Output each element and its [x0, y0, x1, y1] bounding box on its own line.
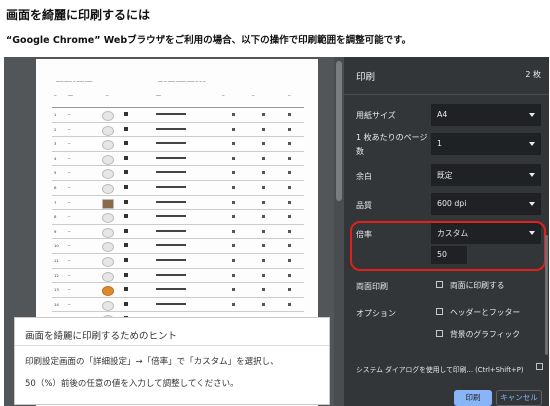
quality-label: 品質 — [356, 201, 372, 210]
print-panel-title: 印刷 — [356, 72, 376, 83]
paper-size-select[interactable]: A4 — [431, 104, 541, 126]
external-link-icon[interactable] — [536, 363, 543, 370]
margins-select[interactable]: 既定 — [431, 164, 541, 186]
page-title: 画面を綺麗に印刷するには — [6, 8, 151, 22]
system-dialog-link[interactable]: システム ダイアログを使用して印刷... (Ctrl+Shift+P) — [356, 364, 523, 374]
table-row: 1 ─ — [52, 108, 304, 123]
background-graphics-label: 背景のグラフィック — [450, 330, 521, 339]
table-row: 6 ─ — [52, 181, 304, 196]
pages-per-sheet-label-line1: 1 枚あたりのページ — [356, 133, 428, 142]
hint-body: 印刷設定画面の「詳細設定」→「倍率」で「カスタム」を選択し、 50（%）前後の任… — [25, 351, 279, 395]
pages-per-sheet-label: 1 枚あたりのページ 数 — [356, 132, 427, 157]
print-preview-area: ─── ─── ─ ─── ─── ── ─ ─── ──── ─── ─ ─ … — [4, 57, 344, 406]
hint-divider — [15, 345, 329, 346]
print-settings-panel: 印刷 2 枚 用紙サイズ A4 1 枚あたりのページ 数 1 余白 既定 品質 … — [344, 57, 549, 406]
table-row: 10 ─ — [52, 239, 304, 254]
preview-page-header: ─── ─── ─ ─── ─── — [56, 79, 93, 84]
preview-table: ─ ── ─ ── ─ ─ ─ 1 ─ 2 ─ 3 ─ 4 ─ 5 ─ 6 ─ 7 ─ 8 ─ 9 ─ 10… — [52, 89, 304, 327]
table-row: 11 ─ — [52, 254, 304, 269]
quality-value: 600 dpi — [437, 199, 467, 208]
pages-per-sheet-value: 1 — [437, 139, 442, 148]
hint-title: 画面を綺麗に印刷するためのヒント — [25, 331, 178, 342]
margins-value: 既定 — [437, 171, 453, 180]
page-count: 2 枚 — [525, 70, 541, 79]
table-row: 8 ─ — [52, 210, 304, 225]
background-graphics-checkbox[interactable] — [436, 330, 443, 337]
table-row: 13 ─ — [52, 283, 304, 298]
table-row: 9 ─ — [52, 225, 304, 240]
table-row: 5 ─ — [52, 166, 304, 181]
table-row: 12 ─ — [52, 269, 304, 284]
chevron-down-icon — [529, 173, 535, 177]
options-label: オプション — [356, 309, 396, 318]
table-row: 2 ─ — [52, 123, 304, 138]
paper-size-value: A4 — [437, 110, 448, 119]
table-row: 4 ─ — [52, 152, 304, 167]
print-button[interactable]: 印刷 — [454, 390, 492, 406]
preview-scrollbar-thumb[interactable] — [336, 61, 342, 201]
print-hint-box: 画面を綺麗に印刷するためのヒント 印刷設定画面の「詳細設定」→「倍率」で「カスタ… — [14, 317, 330, 405]
page-subtitle: “Google Chrome” Webブラウザをご利用の場合、以下の操作で印刷範… — [6, 35, 412, 46]
pages-per-sheet-select[interactable]: 1 — [431, 133, 541, 155]
quality-select[interactable]: 600 dpi — [431, 193, 541, 215]
hint-line-2: 50（%）前後の任意の値を入力して調整してください。 — [25, 379, 239, 389]
paper-size-label: 用紙サイズ — [356, 111, 396, 120]
preview-table-header: ─ ── ─ ── ─ ─ ─ — [52, 89, 304, 108]
scale-highlight-annotation — [350, 221, 546, 271]
print-dialog-screenshot: ─── ─── ─ ─── ─── ── ─ ─── ──── ─── ─ ─ … — [4, 57, 549, 406]
panel-divider — [344, 94, 549, 95]
preview-scrollbar[interactable] — [334, 57, 344, 406]
two-sided-label: 両面印刷 — [356, 282, 388, 291]
two-sided-checkbox[interactable] — [436, 281, 443, 288]
chevron-down-icon — [529, 202, 535, 206]
preview-page-header-right: ── ─ ─── ──── ─── ─ ─ ─ — [158, 79, 206, 84]
chevron-down-icon — [529, 142, 535, 146]
hint-line-1: 印刷設定画面の「詳細設定」→「倍率」で「カスタム」を選択し、 — [25, 357, 279, 367]
table-row: 14 ─ — [52, 298, 304, 313]
cancel-button[interactable]: キャンセル — [496, 390, 542, 406]
panel-scrollbar[interactable] — [545, 235, 548, 355]
table-row: 3 ─ — [52, 137, 304, 152]
chevron-down-icon — [529, 113, 535, 117]
headers-footers-label: ヘッダーとフッター — [450, 308, 521, 317]
margins-label: 余白 — [356, 172, 372, 181]
table-row: 7 ─ — [52, 196, 304, 211]
headers-footers-checkbox[interactable] — [436, 308, 443, 315]
two-sided-option-label: 両面に印刷する — [450, 281, 505, 290]
pages-per-sheet-label-line2: 数 — [356, 147, 364, 156]
